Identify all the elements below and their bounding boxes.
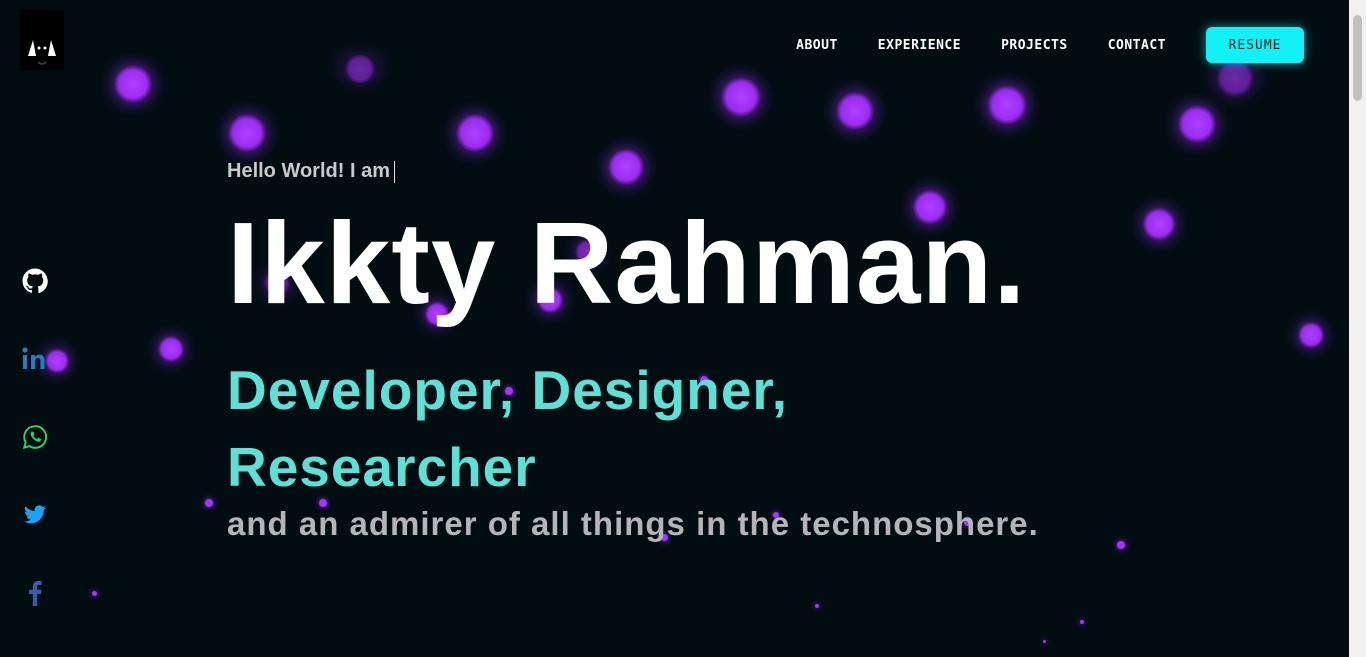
page-background: ABOUT EXPERIENCE PROJECTS CONTACT RESUME (0, 0, 1349, 657)
whatsapp-icon (22, 425, 48, 449)
page-scrollbar[interactable] (1349, 0, 1366, 657)
hero-name: Ikkty Rahman. (227, 198, 1027, 328)
typing-cursor (393, 160, 395, 183)
facebook-link[interactable] (20, 578, 50, 608)
linkedin-link[interactable] (20, 344, 50, 374)
main-nav: ABOUT EXPERIENCE PROJECTS CONTACT RESUME (796, 27, 1304, 63)
facebook-icon (29, 580, 42, 606)
hero-roles: Developer, Designer, Researcher (227, 359, 789, 498)
nav-contact-link[interactable]: CONTACT (1108, 38, 1166, 53)
twitter-icon (24, 505, 46, 524)
site-logo[interactable] (20, 10, 64, 70)
greeting-text: Hello World! I am (227, 160, 390, 182)
whatsapp-link[interactable] (20, 422, 50, 452)
greeting-line: Hello World! I am (227, 160, 395, 183)
resume-button[interactable]: RESUME (1206, 27, 1304, 63)
nav-experience-link[interactable]: EXPERIENCE (878, 38, 961, 53)
github-link[interactable] (20, 266, 50, 296)
scrollbar-thumb[interactable] (1353, 15, 1362, 101)
github-icon (22, 268, 48, 294)
cat-logo-icon (28, 40, 56, 65)
nav-projects-link[interactable]: PROJECTS (1001, 38, 1068, 53)
linkedin-icon (22, 347, 45, 369)
twitter-link[interactable] (20, 500, 50, 530)
hero-tagline: and an admirer of all things in the tech… (227, 505, 1039, 542)
nav-about-link[interactable]: ABOUT (796, 38, 838, 53)
